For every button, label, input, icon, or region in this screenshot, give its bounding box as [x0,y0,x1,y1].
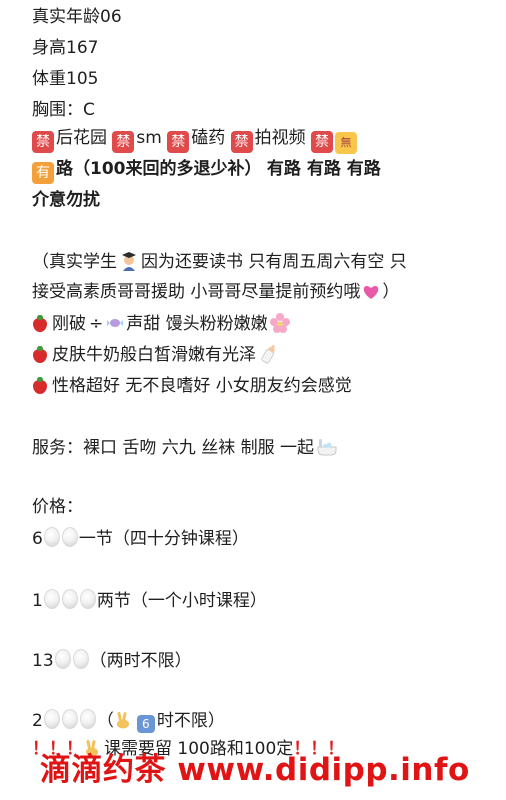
profile-bust: 胸围：C [32,100,95,120]
do-not-disturb-note: 介意勿扰 [32,190,100,210]
intro-line-1: （真实学生 因为还要读书 只有周五周六有空 只 [32,251,407,273]
intro-text: 因为还要读书 只有周五周六有空 只 [141,252,407,272]
services-row: 服务：裸口 舌吻 六九 丝袜 制服 一起 [32,437,338,459]
divide-icon: ÷ [89,314,104,334]
watermark: 滴滴约茶 www.didipp.info [40,752,470,788]
forbidden-badge: 禁 [32,131,54,153]
allowed-row: 有路（100来回的多退少补） 有路 有路 有路 [32,158,381,184]
egg-icon [43,709,60,729]
egg-icon [61,589,78,609]
restrictions-row: 禁后花园 禁 sm 禁磕药 禁拍视频 禁無 [32,127,359,154]
egg-icon [72,649,89,669]
price-prefix: 6 [32,529,43,549]
egg-icon [43,527,60,547]
feature-text: 皮肤牛奶般白皙滑嫩有光泽 [52,345,256,365]
victory-hand-icon [116,711,129,729]
restriction-item: sm [136,128,162,148]
price-prefix: 1 [32,591,43,611]
feature-text: 刚破 [52,314,86,334]
price-row: 13 （两时不限） [32,649,192,672]
intro-text: （真实学生 [32,252,117,272]
price-prefix: 13 [32,651,54,671]
number-badge: 6 [136,715,155,733]
intro-text: 接受高素质哥哥援助 小哥哥尽量提前预约哦 [32,282,361,302]
intro-line-2: 接受高素质哥哥援助 小哥哥尽量提前预约哦 ） [32,281,399,303]
feature-item: 刚破 ÷ 声甜 馒头粉粉嫩嫩 [32,313,290,335]
allowed-text-repeat: 有路 有路 有路 [266,159,381,179]
strawberry-icon [32,376,48,394]
egg-icon [54,649,71,669]
profile-height: 身高167 [32,38,99,58]
price-desc: 一节（四十分钟课程） [78,529,249,549]
egg-icon [61,527,78,547]
strawberry-icon [32,314,48,332]
price-desc: （ [96,711,114,731]
forbidden-badge: 禁 [311,131,334,153]
have-badge: 有 [32,162,54,184]
allowed-text: 路（100来回的多退少补） [56,159,262,179]
strawberry-icon [32,345,48,363]
bathtub-icon [317,439,337,456]
feature-text: 声甜 馒头粉粉嫩嫩 [126,314,268,334]
restriction-item: 磕药 [191,128,226,148]
egg-icon [79,709,96,729]
profile-age: 真实年龄06 [32,7,122,27]
egg-icon [43,589,60,609]
heart-icon [364,286,379,299]
forbidden-badge: 禁 [167,131,190,153]
egg-icon [61,709,78,729]
price-row: 6 一节（四十分钟课程） [32,527,249,550]
intro-text-end: ） [382,282,400,302]
price-prefix: 2 [32,711,43,731]
baby-bottle-icon [261,345,276,364]
feature-item: 皮肤牛奶般白皙滑嫩有光泽 [32,344,278,366]
price-desc: 时不限） [156,711,225,731]
pricing-label: 价格： [32,497,83,517]
price-desc: （两时不限） [89,651,192,671]
profile-weight: 体重105 [32,69,99,89]
restriction-item: 后花园 [56,128,107,148]
restriction-item: 拍视频 [254,128,306,148]
forbidden-badge: 禁 [230,131,253,153]
price-row: 2 （ 6 时不限） [32,709,225,733]
forbidden-badge: 禁 [112,131,135,153]
services-text: 服务：裸口 舌吻 六九 丝袜 制服 一起 [32,438,315,458]
candy-icon [107,319,124,327]
chat-message-page: 真实年龄06 身高167 体重105 胸围：C 禁后花园 禁 sm 禁磕药 禁拍视… [0,0,506,800]
price-row: 1 两节（一个小时课程） [32,589,267,612]
none-badge: 無 [335,132,358,154]
cherry-blossom-icon [269,313,290,333]
egg-icon [79,589,96,609]
feature-text: 性格超好 无不良嗜好 小女朋友约会感觉 [52,376,352,396]
price-desc: 两节（一个小时课程） [96,591,267,611]
feature-item: 性格超好 无不良嗜好 小女朋友约会感觉 [32,375,352,397]
student-icon [122,252,136,271]
